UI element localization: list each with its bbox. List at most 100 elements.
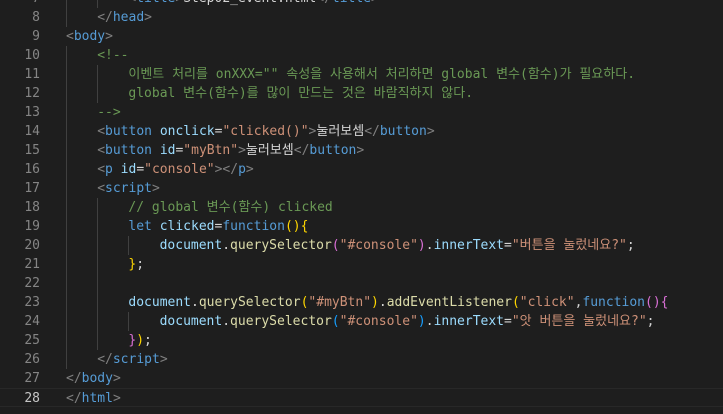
indent-guide bbox=[66, 46, 67, 65]
code-token: ; bbox=[646, 314, 655, 329]
code-token: ) bbox=[371, 295, 379, 310]
line-code: <button onclick="clicked()">눌러보셈</button… bbox=[97, 122, 434, 141]
code-token: </ bbox=[364, 124, 380, 139]
code-token: > bbox=[426, 124, 435, 139]
code-line[interactable]: 28 </html> bbox=[0, 388, 723, 407]
code-line[interactable]: 18 // global 변수(함수) clicked bbox=[0, 198, 723, 217]
code-line[interactable]: 21}; bbox=[0, 255, 723, 274]
code-token: document bbox=[159, 238, 223, 253]
line-code: document.querySelector("#console").inner… bbox=[160, 236, 635, 255]
code-token: = bbox=[504, 238, 512, 253]
code-token: </ bbox=[293, 143, 310, 158]
code-line[interactable]: 7 <title>Step02_event.html</title> bbox=[0, 0, 723, 8]
code-token: "버튼을 눌렀네요?" bbox=[511, 238, 627, 253]
indent-guide bbox=[66, 293, 67, 312]
code-line[interactable]: 25}); bbox=[0, 331, 723, 350]
code-token: "console" bbox=[144, 162, 215, 177]
code-token: = bbox=[504, 314, 512, 329]
code-token: </ bbox=[66, 391, 82, 406]
code-token: function bbox=[582, 295, 646, 310]
code-line[interactable]: 22 bbox=[0, 274, 723, 293]
code-line[interactable]: 16 <p id="console"></p> bbox=[0, 160, 723, 179]
code-line[interactable]: 12 global 변수(함수)를 많이 만드는 것은 바람직하지 않다. bbox=[0, 84, 723, 103]
indent-guide bbox=[66, 255, 67, 274]
code-token: button bbox=[105, 124, 152, 139]
code-token: ; bbox=[136, 257, 145, 272]
code-token: script bbox=[105, 181, 152, 196]
code-token: body bbox=[81, 371, 113, 386]
code-line[interactable]: 9 <body> bbox=[0, 27, 723, 46]
code-token: . bbox=[425, 238, 434, 253]
indent-guide bbox=[66, 331, 67, 350]
code-line[interactable]: 20 document.querySelector("#console").inn… bbox=[0, 236, 723, 255]
code-token: </ bbox=[66, 371, 82, 386]
code-line[interactable]: 27 </body> bbox=[0, 369, 723, 388]
code-token: ) bbox=[417, 238, 426, 253]
code-line[interactable]: 17 <script> bbox=[0, 179, 723, 198]
code-token: 눌러보셈 bbox=[316, 124, 365, 139]
line-code: document.querySelector("#myBtn").addEven… bbox=[128, 293, 668, 312]
code-line[interactable]: 26 </script> bbox=[0, 350, 723, 369]
code-token: button bbox=[379, 124, 427, 139]
line-number: 19 bbox=[24, 219, 40, 234]
code-token: > bbox=[151, 181, 160, 196]
code-token: p bbox=[105, 162, 113, 177]
code-token: </ bbox=[97, 352, 113, 367]
code-line[interactable]: 23 document.querySelector("#myBtn").addEv… bbox=[0, 293, 723, 312]
code-token: innerText bbox=[433, 238, 505, 253]
line-number: 7 bbox=[0, 0, 40, 8]
indent-guide bbox=[128, 236, 130, 255]
code-token: "myBtn" bbox=[183, 143, 239, 158]
code-line[interactable]: 11 이벤트 처리를 onXXX="" 속성을 사용해서 처리하면 global … bbox=[0, 65, 723, 84]
code-token: < bbox=[66, 29, 74, 44]
code-token: . bbox=[191, 295, 199, 310]
line-number: 18 bbox=[24, 200, 40, 215]
indent-guide bbox=[66, 198, 67, 217]
code-token: html bbox=[81, 391, 113, 406]
indent-guide bbox=[66, 65, 67, 84]
code-token: < bbox=[97, 162, 106, 177]
indent-guide bbox=[97, 331, 99, 350]
line-number: 17 bbox=[24, 181, 40, 196]
line-number: 21 bbox=[24, 257, 40, 272]
code-line[interactable]: 8 </head> bbox=[0, 8, 723, 27]
indent-guide bbox=[66, 217, 67, 236]
code-line[interactable]: 24 document.querySelector("#console").inn… bbox=[0, 312, 723, 331]
indent-guide bbox=[97, 312, 99, 331]
code-token: ( bbox=[511, 295, 520, 310]
line-number: 8 bbox=[32, 10, 40, 25]
line-number: 10 bbox=[24, 48, 40, 63]
indent-guide bbox=[97, 0, 99, 8]
code-line[interactable]: 14 <button onclick="clicked()">눌러보셈</butt… bbox=[0, 122, 723, 141]
indent-guide bbox=[97, 65, 99, 84]
code-token: > bbox=[245, 162, 254, 177]
code-token: p bbox=[238, 162, 246, 177]
line-number: 23 bbox=[24, 295, 40, 310]
code-line[interactable]: 10 <!-- bbox=[0, 46, 723, 65]
code-token: ) bbox=[417, 314, 426, 329]
code-token: </ bbox=[97, 10, 113, 25]
code-token: </ bbox=[316, 0, 332, 6]
code-token: ; bbox=[144, 333, 152, 348]
code-line[interactable]: 15 <button id="myBtn">눌러보셈</button> bbox=[0, 141, 723, 160]
line-code: <p id="console"></p> bbox=[97, 160, 254, 179]
indent-guide bbox=[97, 198, 99, 217]
line-code: <button id="myBtn">눌러보셈</button> bbox=[97, 141, 364, 160]
code-line[interactable]: 13 --> bbox=[0, 103, 723, 122]
code-token: < bbox=[97, 124, 106, 139]
code-editor[interactable]: 7<title>Step02_event.html</title>8</head… bbox=[0, 0, 723, 414]
code-token: "clicked()" bbox=[222, 124, 309, 139]
code-token: { bbox=[300, 219, 309, 234]
line-number: 25 bbox=[24, 333, 40, 348]
line-code: <title>Step02_event.html</title> bbox=[128, 0, 378, 8]
line-code: }); bbox=[128, 331, 151, 350]
code-token: < bbox=[97, 143, 106, 158]
code-token: > bbox=[356, 143, 365, 158]
indent-guide bbox=[97, 274, 99, 293]
code-token: document bbox=[159, 314, 223, 329]
code-lines: 7<title>Step02_event.html</title>8</head… bbox=[0, 0, 723, 407]
line-code: // global 변수(함수) clicked bbox=[128, 198, 332, 217]
code-line[interactable]: 19 let clicked=function(){ bbox=[0, 217, 723, 236]
indent-guide bbox=[97, 217, 99, 236]
